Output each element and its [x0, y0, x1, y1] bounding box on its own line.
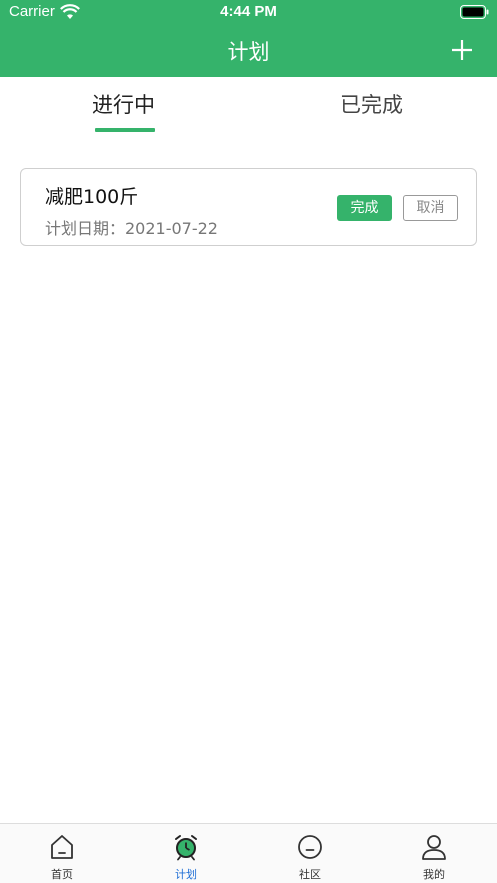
battery-icon	[460, 5, 489, 19]
complete-button[interactable]: 完成	[337, 195, 392, 221]
community-icon	[298, 835, 322, 859]
top-bar: Carrier 4:44 PM 计划	[0, 0, 497, 77]
bottom-tab-bar: 首页 计划 社区 我的	[0, 823, 497, 883]
tab-completed[interactable]: 已完成	[340, 89, 403, 119]
plan-title: 减肥100斤	[45, 186, 139, 208]
status-time: 4:44 PM	[220, 3, 277, 20]
tabbar-label-profile: 我的	[423, 868, 445, 881]
home-icon	[51, 835, 73, 859]
plan-card: 减肥100斤 计划日期：2021-07-22 完成 取消	[20, 168, 477, 246]
tabbar-item-profile[interactable]: 我的	[372, 824, 496, 883]
alarm-clock-icon	[175, 835, 197, 861]
active-tab-indicator	[95, 128, 155, 132]
tabbar-label-community: 社区	[299, 868, 321, 881]
tabbar-item-home[interactable]: 首页	[0, 824, 124, 883]
tabbar-item-plan[interactable]: 计划	[124, 824, 248, 883]
tabbar-item-community[interactable]: 社区	[248, 824, 372, 883]
plus-icon	[452, 40, 472, 60]
profile-icon	[422, 835, 446, 860]
status-bar: Carrier 4:44 PM	[0, 0, 497, 26]
tab-in-progress[interactable]: 进行中	[92, 89, 155, 119]
cancel-button[interactable]: 取消	[403, 195, 458, 221]
plan-date: 计划日期：2021-07-22	[45, 219, 218, 238]
tabbar-label-home: 首页	[51, 868, 73, 881]
segment-tabs: 进行中 已完成	[0, 77, 497, 135]
add-plan-button[interactable]	[448, 36, 476, 64]
tabbar-label-plan: 计划	[175, 868, 197, 881]
page-title: 计划	[227, 40, 270, 64]
